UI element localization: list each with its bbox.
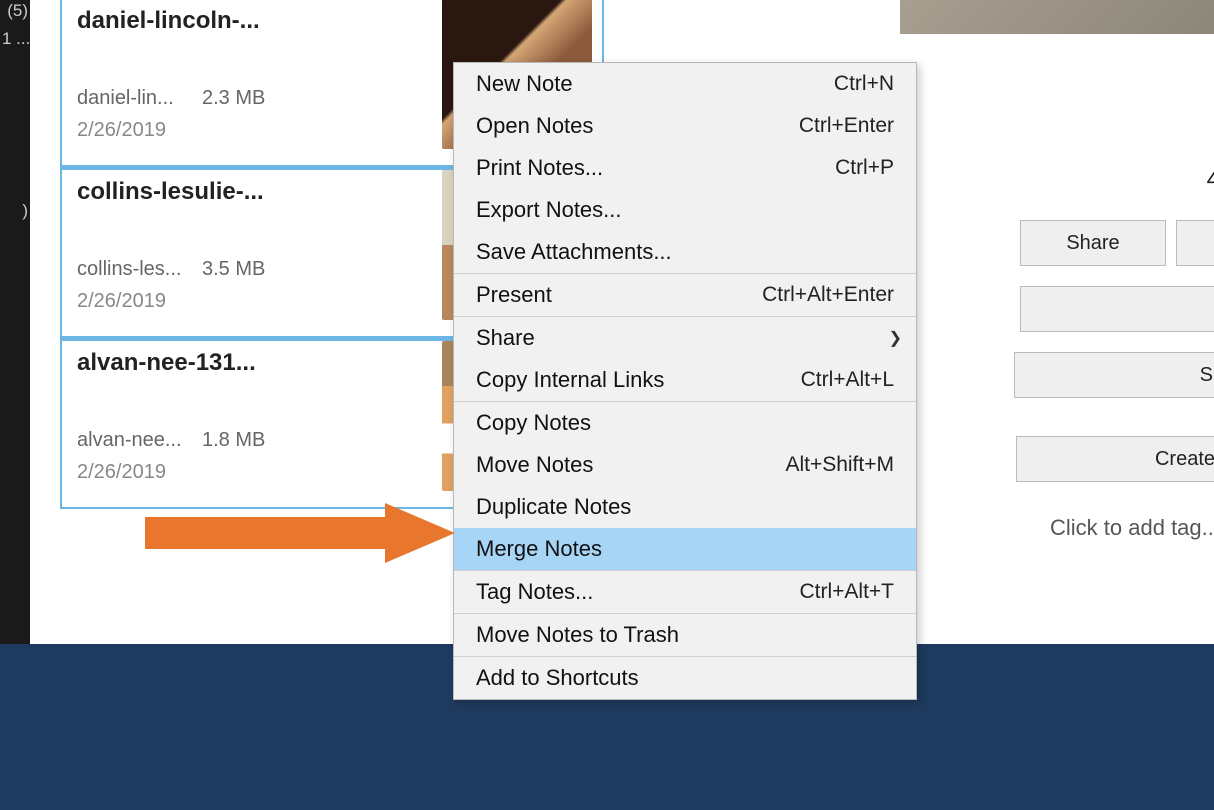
sidebar-text: 1 ... [0, 28, 30, 50]
menu-new-note[interactable]: New Note Ctrl+N [454, 63, 916, 105]
action-button[interactable] [1020, 286, 1214, 332]
menu-label: Move Notes to Trash [476, 622, 679, 648]
note-title: alvan-nee-131... [77, 349, 256, 377]
note-title: collins-lesulie-... [77, 178, 264, 206]
menu-hotkey: Ctrl+Alt+Enter [762, 283, 894, 307]
count-label: 4 [1207, 166, 1214, 194]
note-size: 1.8 MB [202, 429, 265, 452]
note-filename: daniel-lin... [77, 87, 174, 110]
note-filename: collins-les... [77, 258, 181, 281]
menu-copy-notes[interactable]: Copy Notes [454, 402, 916, 444]
menu-share[interactable]: Share ❯ [454, 317, 916, 359]
note-date: 2/26/2019 [77, 461, 166, 484]
menu-label: Save Attachments... [476, 239, 672, 265]
menu-copy-internal-links[interactable]: Copy Internal Links Ctrl+Alt+L [454, 359, 916, 401]
menu-save-attachments[interactable]: Save Attachments... [454, 231, 916, 273]
menu-hotkey: Ctrl+Enter [799, 114, 894, 138]
menu-print-notes[interactable]: Print Notes... Ctrl+P [454, 147, 916, 189]
menu-label: Present [476, 282, 552, 308]
note-size: 2.3 MB [202, 87, 265, 110]
sidebar-text: (5) [0, 0, 30, 22]
menu-label: Export Notes... [476, 197, 622, 223]
menu-label: New Note [476, 71, 573, 97]
menu-label: Move Notes [476, 452, 593, 478]
menu-hotkey: Ctrl+Alt+T [799, 580, 894, 604]
share-button-label: Share [1066, 232, 1119, 255]
menu-add-to-shortcuts[interactable]: Add to Shortcuts [454, 657, 916, 699]
sidebar-text: ) [0, 200, 30, 222]
preview-image [900, 0, 1214, 48]
menu-label: Copy Notes [476, 410, 591, 436]
note-title: daniel-lincoln-... [77, 7, 260, 35]
submenu-arrow-icon: ❯ [889, 328, 902, 348]
action-button[interactable] [1176, 220, 1214, 266]
menu-hotkey: Alt+Shift+M [785, 453, 894, 477]
create-toc-button[interactable]: Create [1016, 436, 1214, 482]
action-button-label: S [1200, 364, 1213, 387]
menu-present[interactable]: Present Ctrl+Alt+Enter [454, 274, 916, 316]
create-toc-label: Create [1155, 448, 1214, 471]
share-button[interactable]: Share [1020, 220, 1166, 266]
note-date: 2/26/2019 [77, 290, 166, 313]
menu-duplicate-notes[interactable]: Duplicate Notes [454, 486, 916, 528]
menu-label: Add to Shortcuts [476, 665, 639, 691]
action-button[interactable]: S [1014, 352, 1214, 398]
menu-label: Copy Internal Links [476, 367, 664, 393]
menu-move-notes[interactable]: Move Notes Alt+Shift+M [454, 444, 916, 486]
note-date: 2/26/2019 [77, 119, 166, 142]
note-filename: alvan-nee... [77, 429, 182, 452]
menu-hotkey: Ctrl+N [834, 72, 894, 96]
menu-label: Merge Notes [476, 536, 602, 562]
menu-move-to-trash[interactable]: Move Notes to Trash [454, 614, 916, 656]
menu-tag-notes[interactable]: Tag Notes... Ctrl+Alt+T [454, 571, 916, 613]
menu-hotkey: Ctrl+P [835, 156, 894, 180]
note-size: 3.5 MB [202, 258, 265, 281]
menu-label: Print Notes... [476, 155, 603, 181]
menu-label: Duplicate Notes [476, 494, 631, 520]
menu-hotkey: Ctrl+Alt+L [801, 368, 894, 392]
menu-export-notes[interactable]: Export Notes... [454, 189, 916, 231]
menu-merge-notes[interactable]: Merge Notes [454, 528, 916, 570]
menu-label: Open Notes [476, 113, 593, 139]
menu-label: Share [476, 325, 535, 351]
sidebar-dark: (5) 1 ... ) [0, 0, 30, 644]
menu-open-notes[interactable]: Open Notes Ctrl+Enter [454, 105, 916, 147]
add-tag-hint[interactable]: Click to add tag... [1050, 515, 1214, 541]
menu-label: Tag Notes... [476, 579, 593, 605]
context-menu: New Note Ctrl+N Open Notes Ctrl+Enter Pr… [453, 62, 917, 700]
